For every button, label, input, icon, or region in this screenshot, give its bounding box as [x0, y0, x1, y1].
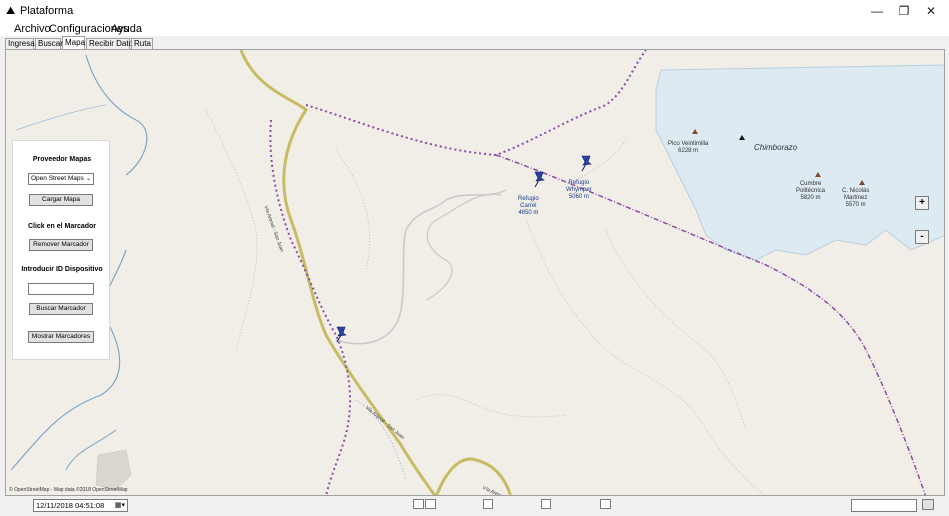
- settlement-area: [95, 449, 132, 491]
- tab-recibir-datos[interactable]: Recibir Datos: [86, 38, 137, 49]
- menu-bar: Archivo Configuraciones Ayuda: [0, 22, 949, 36]
- main-road: [435, 457, 512, 495]
- datetime-value: 12/11/2018 04:51:08: [36, 501, 105, 510]
- label-refugio-whymper: Refugio Whymper 5060 m: [566, 180, 592, 200]
- label-pico-veintimilla: Pico Veintimilla 6228 m: [668, 141, 709, 154]
- tab-mapa[interactable]: Mapa: [62, 36, 85, 49]
- map-pin-icon[interactable]: [579, 154, 595, 172]
- tab-strip: Ingresar Buscar Mapa Recibir Datos Ruta: [0, 36, 949, 49]
- chevron-down-icon: ⌄: [85, 176, 91, 182]
- main-road: [239, 50, 437, 495]
- track: [335, 189, 507, 345]
- search-marker-button[interactable]: Buscar Marcador: [29, 303, 93, 315]
- status-field[interactable]: [851, 499, 917, 512]
- provider-selected-value: Open Street Maps: [31, 175, 84, 182]
- show-markers-button[interactable]: Mostrar Marcadores: [28, 331, 94, 343]
- boundary-line: [305, 50, 647, 157]
- footpath: [335, 149, 371, 271]
- menu-archivo[interactable]: Archivo: [14, 22, 51, 36]
- footpath: [205, 109, 258, 351]
- map-pin-icon[interactable]: [532, 170, 548, 188]
- small-control[interactable]: [413, 499, 424, 509]
- label-cumbre-politecnica: Cumbre Politécnica 5820 m: [796, 181, 826, 201]
- small-control[interactable]: [483, 499, 493, 509]
- window-title: Plataforma: [20, 5, 74, 17]
- map-copyright: © OpenStreetMap - Map data ©2018 OpenStr…: [9, 487, 128, 493]
- label-chimborazo: Chimborazo: [754, 143, 798, 152]
- map-view[interactable]: Chimborazo Pico Veintimilla 6228 m Cumbr…: [5, 49, 945, 496]
- marker-heading: Click en el Marcador: [27, 223, 97, 230]
- map-provider-select[interactable]: Open Street Maps ⌄: [28, 173, 94, 185]
- map-pin-icon[interactable]: [334, 325, 350, 343]
- provider-heading: Proveedor Mapas: [32, 156, 92, 163]
- footpath: [605, 229, 747, 431]
- device-id-heading: Introducir ID Dispositivo: [21, 266, 103, 273]
- tab-buscar[interactable]: Buscar: [35, 38, 63, 49]
- river: [15, 104, 107, 131]
- map-canvas[interactable]: [6, 50, 945, 496]
- footpath: [415, 394, 567, 418]
- menu-ayuda[interactable]: Ayuda: [111, 22, 142, 36]
- close-button[interactable]: ✕: [915, 0, 947, 22]
- tab-ingresar[interactable]: Ingresar: [5, 38, 37, 49]
- remove-marker-button[interactable]: Remover Marcador: [29, 239, 93, 251]
- title-bar: ⛰ Plataforma — ❐ ✕: [0, 0, 949, 22]
- load-map-button[interactable]: Cargar Mapa: [29, 194, 93, 206]
- label-refugio-carrel: Refugio Carrel 4850 m: [518, 196, 539, 216]
- footpath: [525, 219, 765, 495]
- bottom-bar: 12/11/2018 04:51:08 ▦▾: [0, 496, 949, 516]
- tab-ruta[interactable]: Ruta: [131, 38, 153, 49]
- small-control[interactable]: [600, 499, 611, 509]
- zoom-in-button[interactable]: +: [915, 196, 929, 210]
- glacier-area: [655, 64, 944, 261]
- datetime-picker[interactable]: 12/11/2018 04:51:08 ▦▾: [33, 499, 128, 512]
- calendar-icon[interactable]: ▦▾: [115, 501, 125, 511]
- device-id-input[interactable]: [28, 283, 94, 295]
- label-c-nicolas-martinez: C. Nicolás Martínez 5570 m: [842, 188, 870, 208]
- zoom-out-button[interactable]: -: [915, 230, 929, 244]
- application-window: ⛰ Plataforma — ❐ ✕ Archivo Configuracion…: [0, 0, 949, 516]
- small-control[interactable]: [541, 499, 551, 509]
- status-button[interactable]: [922, 499, 934, 510]
- small-control[interactable]: [425, 499, 436, 509]
- map-control-panel: Proveedor Mapas Open Street Maps ⌄ Carga…: [12, 140, 110, 360]
- track: [425, 193, 502, 301]
- app-icon: ⛰: [6, 5, 16, 17]
